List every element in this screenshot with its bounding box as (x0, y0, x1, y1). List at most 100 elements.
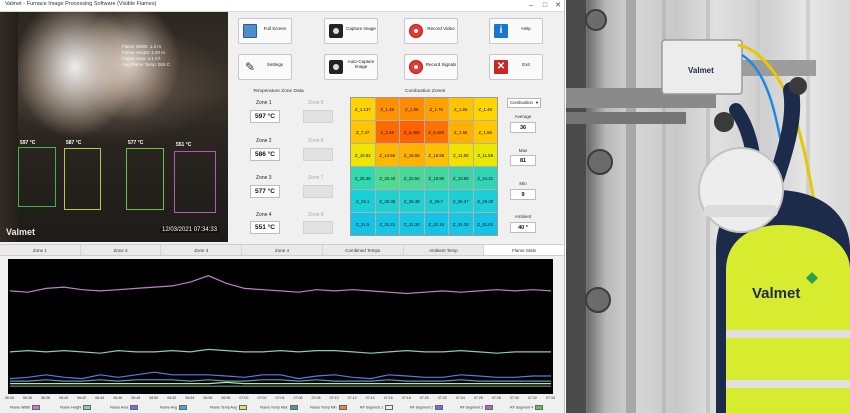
combustion-cell: Z_6.483 (424, 121, 448, 143)
zone-4-tag: 551 °C (176, 142, 192, 148)
flame-info-overlay: Flame Width: 1.3 m Flame Height: 2.40 m … (122, 44, 170, 68)
full-screen-button[interactable]: Full Screen (238, 18, 292, 44)
furnace-wall (0, 12, 18, 242)
tab-flame-stats[interactable]: Flame Stats (484, 245, 564, 255)
zone-3-label: Zone 3 (256, 175, 272, 181)
x-tick-label: 06:56 (203, 396, 213, 400)
legend-label: Flame Temp Avg (210, 405, 237, 410)
zone-2-box[interactable] (64, 148, 101, 210)
legend-item: Flame Height (60, 405, 92, 410)
zone-1-box[interactable] (18, 147, 56, 207)
legend-label: Flame Temp Min (310, 405, 337, 410)
tab-zone-2[interactable]: Zone 2 (80, 245, 162, 255)
tab-zone-3[interactable]: Zone 3 (161, 245, 243, 255)
mode-dropdown-value: Combustion (510, 100, 533, 105)
legend-label: Flame Area (110, 405, 129, 410)
combustion-cell: Z_1.48 (375, 98, 399, 120)
maximize-button[interactable]: □ (538, 1, 552, 10)
combustion-cell: Z_26.30 (473, 190, 497, 212)
zone-3-box[interactable] (126, 148, 164, 210)
x-tick-label: 07:04 (275, 396, 285, 400)
x-tick-label: 07:06 (293, 396, 303, 400)
legend-item: Flame Avg (160, 405, 187, 410)
legend-swatch (535, 405, 544, 410)
legend-label: Flame Avg (160, 405, 177, 410)
camera-icon (329, 24, 343, 38)
info-icon: i (494, 24, 508, 38)
combustion-cell: Z_14.56 (375, 144, 399, 166)
exit-button[interactable]: ✕ Exit (489, 54, 543, 80)
chevron-down-icon: ▼ (535, 100, 539, 105)
capture-image-button[interactable]: Capture Image (324, 18, 378, 44)
auto-capture-label: Auto-Capture Image (347, 59, 375, 69)
record-video-button[interactable]: Record Video (404, 18, 458, 44)
zone-1-value: 597 °C (250, 110, 280, 123)
mode-dropdown[interactable]: Combustion ▼ (507, 98, 541, 108)
combustion-cell: Z_1.56 (473, 121, 497, 143)
auto-capture-button[interactable]: Auto-Capture Image (324, 54, 378, 80)
x-tick-label: 07:10 (329, 396, 339, 400)
reflective-stripe (726, 330, 850, 338)
combustion-cell: Z_31.10 (424, 213, 448, 235)
camera-view[interactable]: Flame Width: 1.3 m Flame Height: 2.40 m … (0, 12, 228, 242)
combustion-cell: Z_26.7 (424, 190, 448, 212)
help-button[interactable]: i Help (489, 18, 543, 44)
flame-stats-chart[interactable] (8, 259, 553, 394)
zone-8-label: Zone 8 (308, 212, 324, 218)
combustion-cell: Z_10.52 (351, 144, 375, 166)
x-tick-label: 07:32 (527, 396, 537, 400)
x-tick-label: 07:12 (347, 396, 357, 400)
full-screen-label: Full Screen (263, 26, 287, 31)
zone-1-label: Zone 1 (256, 100, 272, 106)
legend-item: Flame Temp Min (310, 405, 347, 410)
photo-pipe-left (566, 0, 586, 413)
flame-info-line: Avg Flame Temp: 915 C (122, 62, 171, 67)
x-tick-label: 07:22 (437, 396, 447, 400)
x-tick-label: 07:28 (491, 396, 501, 400)
hard-hat-brim (704, 205, 778, 217)
tab-combined-temps[interactable]: Combined Temps (322, 245, 404, 255)
x-tick-label: 07:02 (257, 396, 267, 400)
legend-swatch (289, 405, 298, 410)
record-icon (409, 60, 423, 74)
zone-7-value (303, 185, 333, 198)
max-value: 81 (510, 155, 536, 166)
series-line-flame-avg (10, 379, 551, 382)
combustion-cell: Z_6.483 (400, 121, 424, 143)
legend-label: Flame Temp Max (260, 405, 288, 410)
legend-swatch (178, 405, 187, 410)
x-tick-label: 06:58 (221, 396, 231, 400)
tab-zone-4[interactable]: Zone 4 (242, 245, 323, 255)
housing-brand: Valmet (688, 66, 714, 75)
x-tick-label: 07:08 (311, 396, 321, 400)
zone-6-value (303, 148, 333, 161)
combustion-cell: Z_2.48 (375, 121, 399, 143)
x-tick-label: 07:16 (383, 396, 393, 400)
record-signals-button[interactable]: Record Signals (404, 54, 458, 80)
tab-zone-1[interactable]: Zone 1 (0, 245, 81, 255)
combustion-cell: Z_31.21 (375, 213, 399, 235)
combustion-cell: Z_31.30 (449, 213, 473, 235)
zone-4-box[interactable] (174, 151, 216, 213)
legend-label: RF Segment 3 (460, 405, 484, 410)
site-photo: Valmet Valmet (566, 0, 850, 413)
help-label: Help (521, 26, 531, 31)
combustion-cell: Z_1.56 (400, 98, 424, 120)
legend-item: RF Segment 1 (360, 405, 394, 410)
tools-icon: ✎ (244, 60, 256, 74)
x-tick-label: 07:24 (455, 396, 465, 400)
chart-legend: Flame Width Flame Height Flame Area Flame A… (0, 403, 564, 413)
settings-button[interactable]: ✎ Settings (238, 54, 292, 80)
max-label: Max (518, 148, 528, 153)
close-button[interactable]: ✕ (551, 1, 564, 10)
window-title: Valmet - Furnace Image Processing Softwa… (5, 1, 157, 7)
series-line-flame-width (9, 275, 552, 295)
x-tick-label: 06:34 (5, 396, 14, 400)
combustion-cell: Z_11.58 (473, 144, 497, 166)
temperature-zone-title: Temperature Zone Data (253, 89, 304, 94)
combustion-cell: Z_26.38 (375, 190, 399, 212)
settings-label: Settings (266, 62, 284, 67)
tab-ambient-temp[interactable]: Ambient Temp (403, 245, 485, 255)
minimize-button[interactable]: – (524, 1, 538, 10)
combustion-cell: Z_15.55 (424, 144, 448, 166)
